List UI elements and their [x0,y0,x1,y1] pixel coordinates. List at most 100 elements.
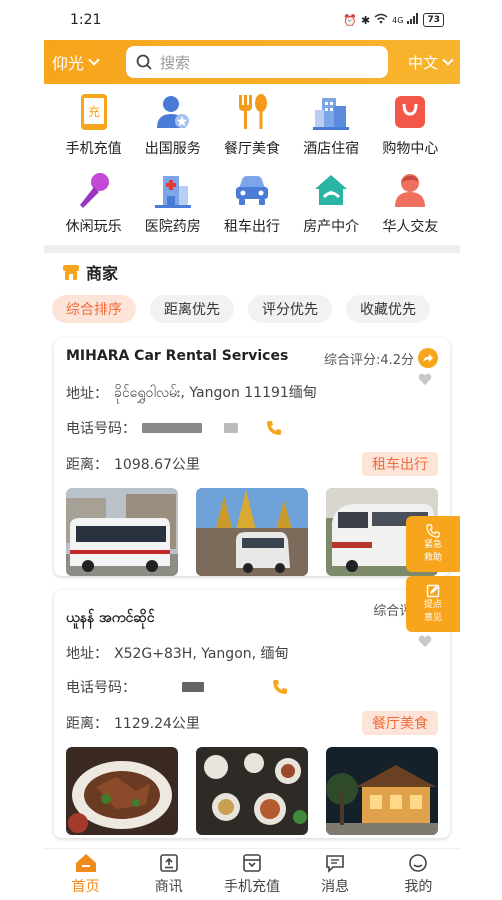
search-input[interactable]: 搜索 [126,46,388,78]
nav-news[interactable]: 商讯 [134,853,204,896]
shop-icon [63,265,79,280]
search-icon [136,54,152,70]
category-car-rental[interactable]: 租车出行 [212,170,291,240]
sort-distance[interactable]: 距离优先 [150,295,234,323]
distance-value: 1098.67公里 [114,457,200,473]
address-row: 地址： ခိုင်ရွှေဝါလမ်း, Yangon 11191缅甸 [66,382,438,404]
nav-home[interactable]: 首页 [51,853,121,896]
category-label: 休闲玩乐 [65,219,122,235]
top-header: 仰光 搜索 中文 [44,40,460,84]
recharge-icon-char: 充 [88,104,100,119]
merchant-name: MIHARA Car Rental Services [66,348,289,364]
chevron-down-icon [88,54,100,66]
address-label: 地址： [66,386,108,402]
category-leisure[interactable]: 休闲玩乐 [54,170,133,240]
city-selector[interactable]: 仰光 [52,50,126,74]
emergency-help-button[interactable]: 紧急 救助 [406,516,460,572]
merchant-rating: 综合评分:4.2分 [324,348,438,368]
phone-call-icon[interactable] [266,420,282,436]
person-icon [390,170,430,210]
category-hospital[interactable]: 医院药房 [133,170,212,240]
category-social[interactable]: 华人交友 [371,170,450,240]
distance-value: 1129.24公里 [114,716,200,732]
merchant-photo-bus[interactable] [66,488,178,576]
address-value: ခိုင်ရွှေဝါလမ်း, Yangon 11191缅甸 [114,385,317,401]
category-label: 房产中介 [303,219,360,235]
share-icon [423,354,433,362]
merchants-title-text: 商家 [86,264,119,283]
rating-text: 综合评分:4.2分 [323,352,414,368]
recharge-icon [243,854,261,872]
photo-strip [66,747,438,835]
merchant-card[interactable]: MIHARA Car Rental Services 综合评分:4.2分 地址：… [54,338,450,576]
category-label: 手机充值 [65,141,122,157]
share-button[interactable] [418,348,438,368]
address-label: 地址： [66,646,108,662]
home-icon [75,854,96,872]
category-shopping[interactable]: 购物中心 [371,92,450,162]
phone-label: 电话号码： [66,680,136,696]
category-label: 餐厅美食 [223,141,280,157]
nav-profile[interactable]: 我的 [383,853,453,896]
merchant-photo-table[interactable] [196,747,308,835]
category-label: 华人交友 [382,219,439,235]
language-selector[interactable]: 中文 [388,52,454,73]
phone-redacted [142,423,202,433]
distance-row: 距离： 1098.67公里 租车出行 [66,452,438,476]
favorite-heart-icon[interactable] [418,634,432,648]
nav-recharge[interactable]: 手机充值 [217,853,287,896]
category-real-estate[interactable]: 房产中介 [292,170,371,240]
sort-options: 综合排序 距离优先 评分优先 收藏优先 [52,295,460,323]
sort-rating[interactable]: 评分优先 [248,295,332,323]
nav-messages[interactable]: 消息 [300,853,370,896]
favorite-heart-icon[interactable] [418,372,432,386]
address-row: 地址： X52G+83H, Yangon, 缅甸 [66,643,438,663]
microphone-icon [74,170,114,210]
message-icon [326,855,344,873]
phone-row: 电话号码： [66,418,438,438]
category-label: 购物中心 [382,141,439,157]
feedback-line2: 意见 [423,613,442,623]
sort-comprehensive[interactable]: 综合排序 [52,295,136,323]
category-restaurant[interactable]: 餐厅美食 [212,92,291,162]
address-value: X52G+83H, Yangon, 缅甸 [114,646,289,662]
phone-label: 电话号码： [66,421,136,437]
wifi-icon [374,13,388,27]
feedback-line1: 提点 [423,600,442,610]
emergency-line1: 紧急 [423,540,442,550]
feedback-button[interactable]: 提点 意见 [406,576,460,632]
distance-label: 距离： [66,716,108,732]
nav-label: 消息 [321,879,350,895]
travel-service-icon [153,92,193,132]
status-time: 1:21 [70,12,102,28]
merchants-title: 商家 [62,260,118,284]
house-icon [311,170,351,210]
category-tag: 租车出行 [362,452,438,476]
merchant-photo-pagoda[interactable] [196,488,308,576]
alarm-icon: ⏰ [343,13,357,27]
signal-icon [407,13,419,27]
bottom-navigation: 首页 商讯 手机充值 消息 我的 [44,848,460,900]
network-label: 4G [392,15,404,25]
chevron-down-icon [442,54,454,66]
language-label: 中文 [407,53,438,72]
phone-row: 电话号码： [66,677,438,697]
category-tag: 餐厅美食 [362,711,438,735]
merchant-card[interactable]: ယူနန် အကင်ဆိုင် 综合评分:3 地址：X52G+83H, Yang… [54,590,450,838]
photo-strip [66,488,438,576]
category-label: 医院药房 [144,219,201,235]
distance-label: 距离： [66,457,108,473]
sort-favorites[interactable]: 收藏优先 [346,295,430,323]
phone-call-icon[interactable] [272,679,288,695]
status-icons: ⏰ ✱ 4G 73 [343,13,444,27]
car-icon [232,170,272,210]
category-hotel[interactable]: 酒店住宿 [292,92,371,162]
category-phone-recharge[interactable]: 充 手机充值 [54,92,133,162]
category-travel-service[interactable]: 出国服务 [133,92,212,162]
hotel-icon [311,92,351,132]
merchant-photo-restaurant[interactable] [326,747,438,835]
category-label: 酒店住宿 [303,141,360,157]
status-bar: 1:21 ⏰ ✱ 4G 73 [44,0,460,40]
merchant-photo-food[interactable] [66,747,178,835]
hospital-icon [153,170,193,210]
